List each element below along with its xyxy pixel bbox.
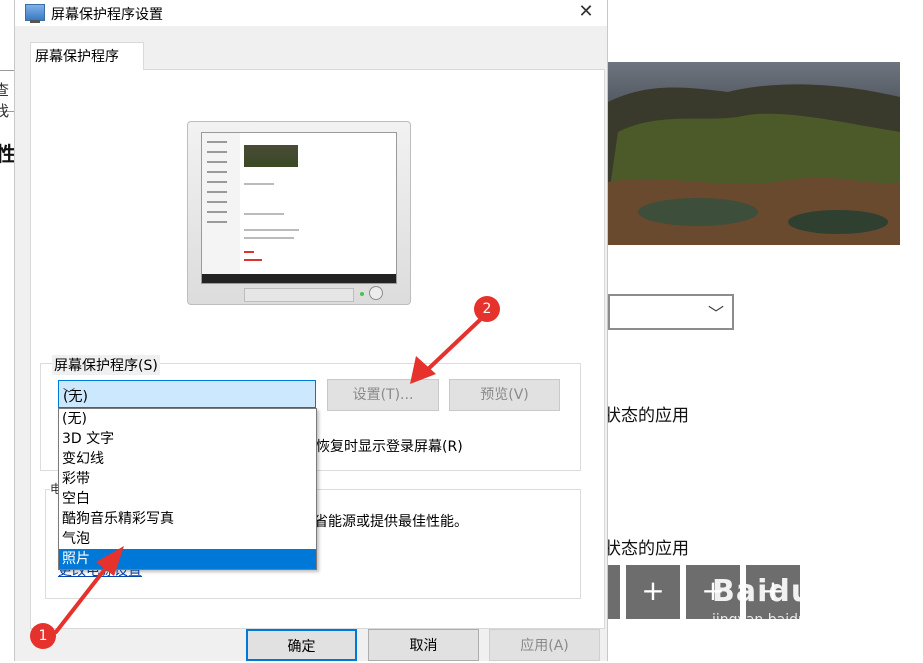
annotation-badge-1: 1 xyxy=(30,623,56,649)
watermark-url: jingyan.baidu.com xyxy=(712,612,842,628)
watermark-brand: Baidu经验 xyxy=(712,574,876,609)
annotation-badge-2: 2 xyxy=(474,296,500,322)
baidu-watermark: Baidu经验 jingyan.baidu.com xyxy=(712,566,875,628)
annotation-arrows xyxy=(54,316,484,634)
